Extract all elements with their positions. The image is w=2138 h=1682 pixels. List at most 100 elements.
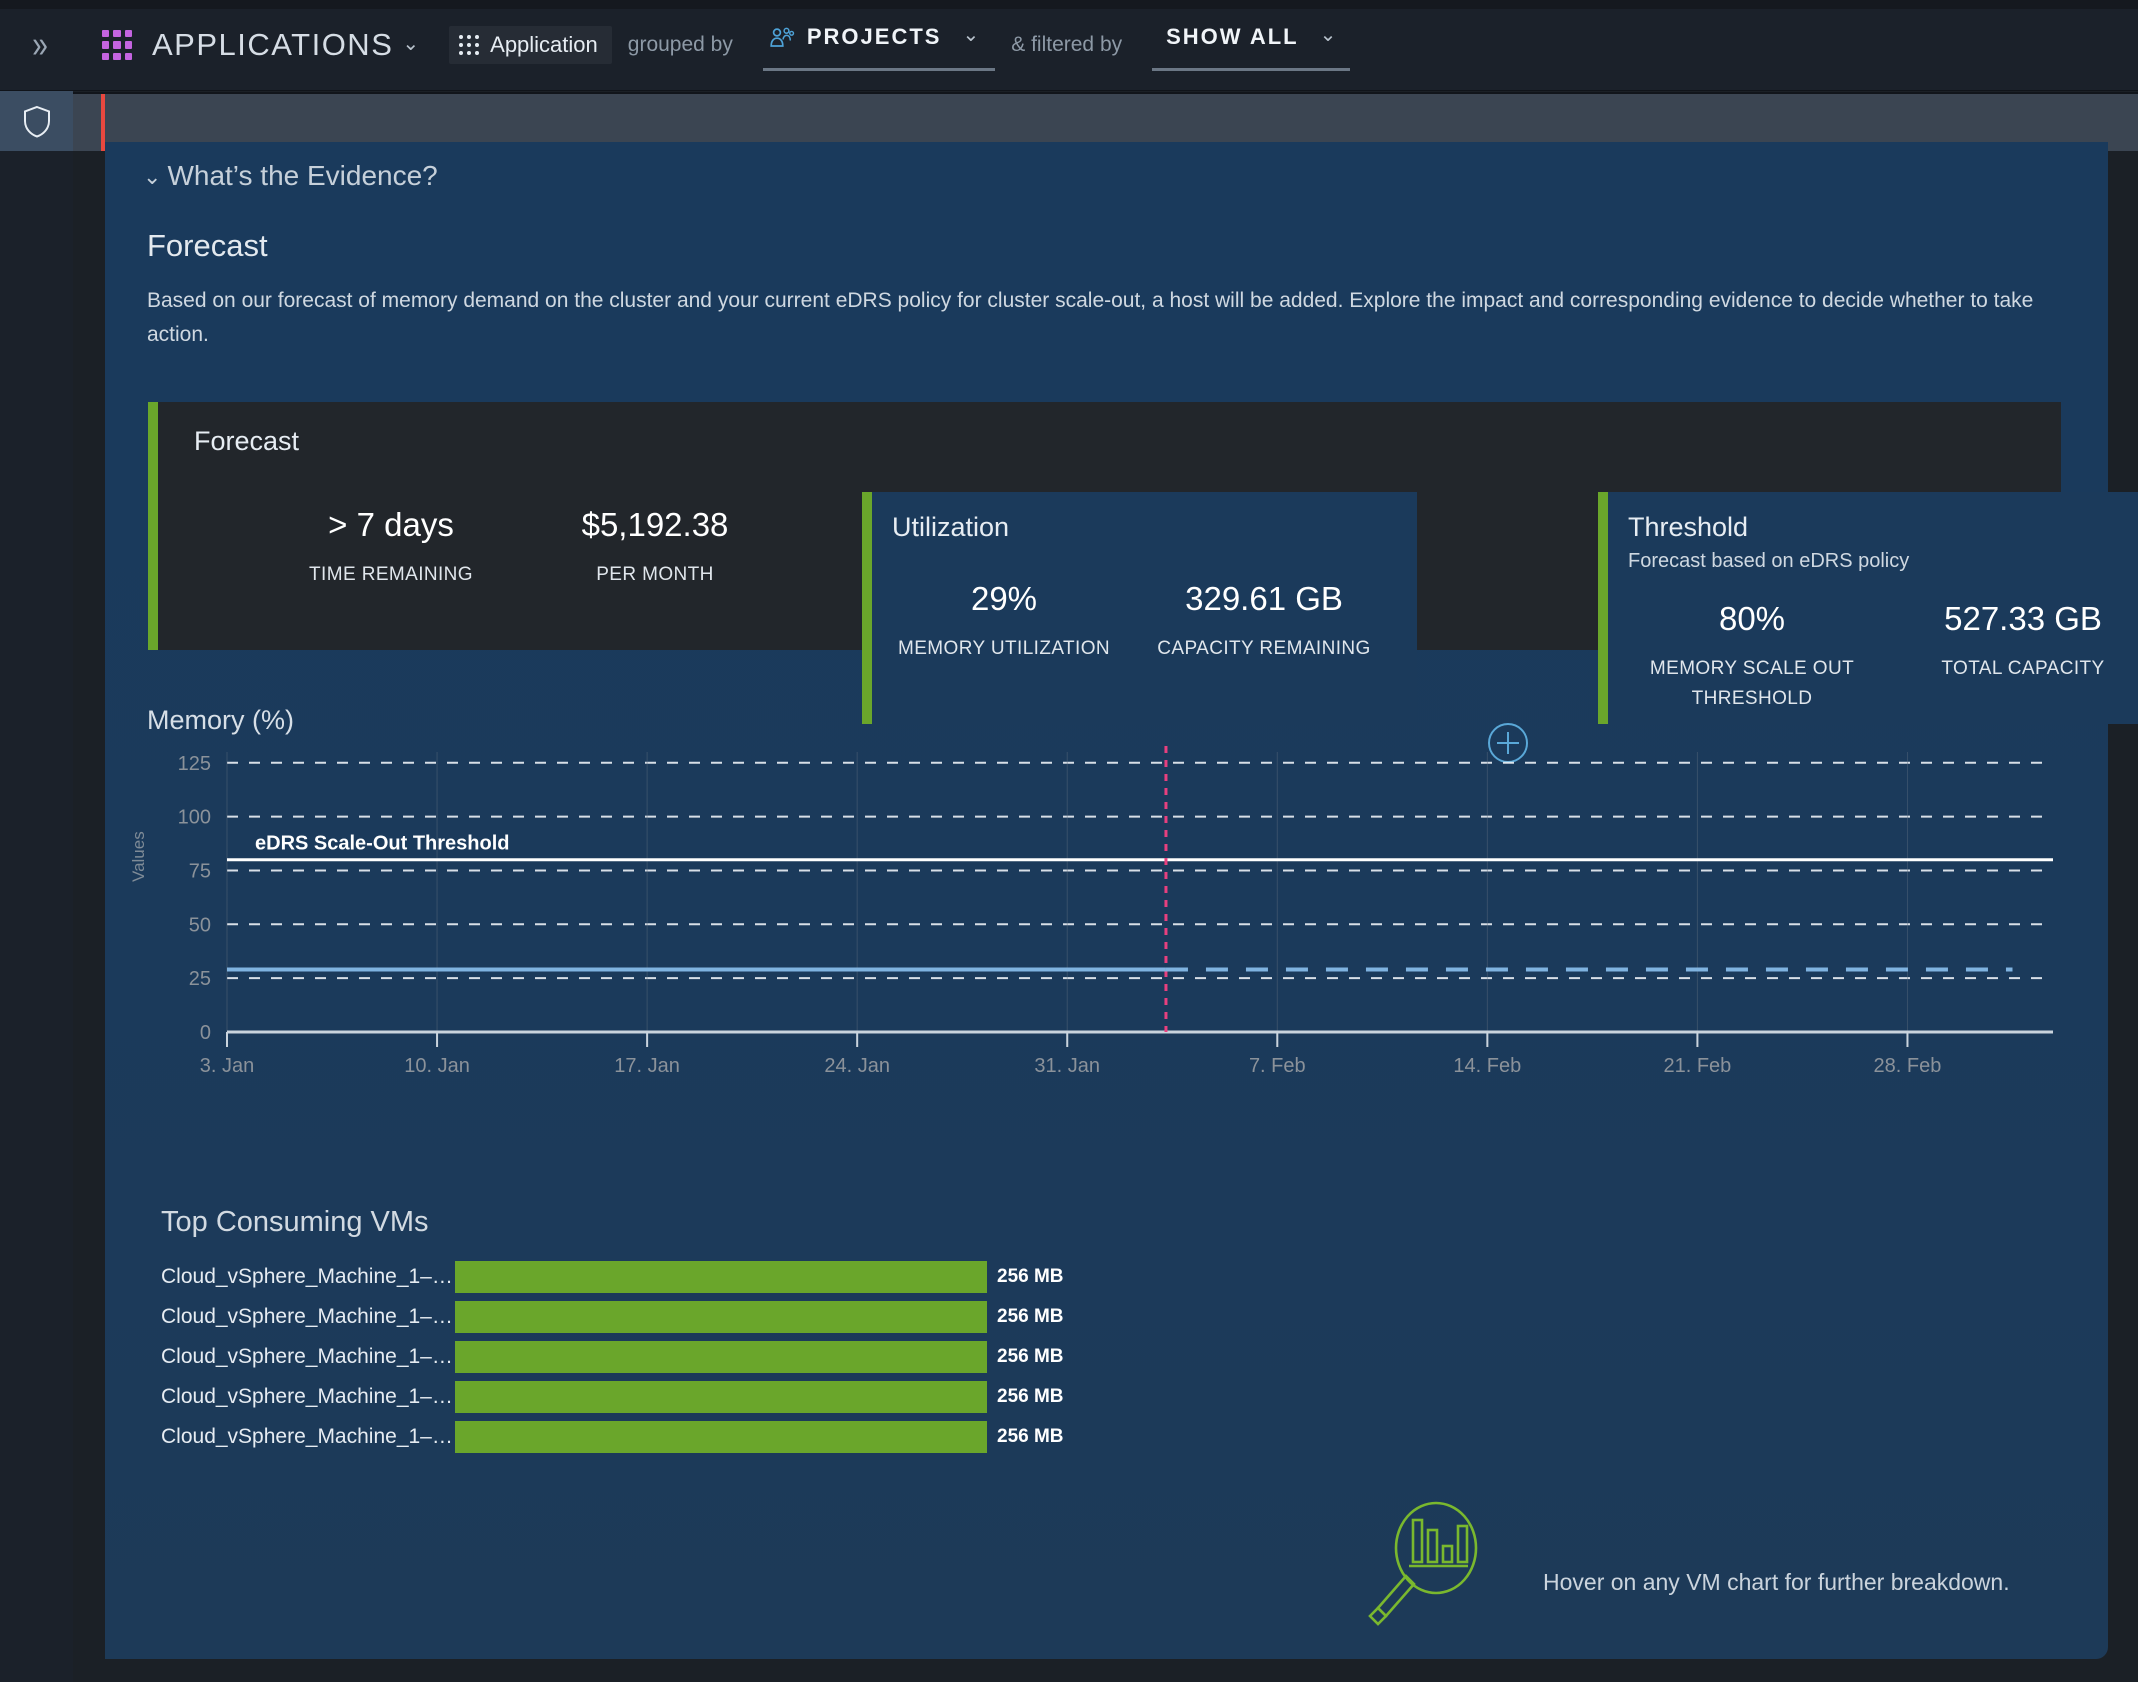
- page-title: APPLICATIONS: [152, 27, 394, 62]
- svg-text:75: 75: [189, 860, 211, 882]
- stat-label: TOTAL CAPACITY: [1941, 658, 2105, 679]
- svg-text:0: 0: [200, 1022, 211, 1044]
- stat-label-line1: MEMORY SCALE OUT: [1649, 658, 1855, 679]
- stat-capacity-remaining: 329.61 GB CAPACITY REMAINING: [1134, 580, 1394, 660]
- double-chevron-right-icon: »: [32, 23, 47, 66]
- chart-title: Memory (%): [147, 705, 294, 735]
- stat-memory-utilization: 29% MEMORY UTILIZATION: [884, 580, 1124, 660]
- svg-text:50: 50: [189, 914, 211, 936]
- vm-usage-value: 256 MB: [997, 1426, 1064, 1447]
- chevron-down-icon: ⌄: [1319, 24, 1337, 46]
- chevron-down-icon: ⌄: [402, 32, 420, 55]
- stat-memory-scale-out-threshold: 80% MEMORY SCALE OUT THRESHOLD: [1616, 600, 1888, 710]
- svg-text:28. Feb: 28. Feb: [1874, 1055, 1942, 1072]
- application-chip[interactable]: Application: [449, 26, 612, 64]
- svg-text:25: 25: [189, 968, 211, 990]
- threshold-card: Threshold Forecast based on eDRS policy …: [1598, 492, 2138, 724]
- sidebar-item-security[interactable]: [0, 91, 73, 151]
- svg-text:10. Jan: 10. Jan: [404, 1055, 470, 1072]
- vm-name: Cloud_vSphere_Machine_1–…: [161, 1425, 453, 1448]
- vm-usage-value: 256 MB: [997, 1386, 1064, 1407]
- svg-text:17. Jan: 17. Jan: [614, 1055, 680, 1072]
- svg-text:7. Feb: 7. Feb: [1249, 1055, 1306, 1072]
- shield-icon: [23, 105, 50, 138]
- forecast-card: Forecast > 7 days TIME REMAINING $5,192.…: [148, 402, 2138, 724]
- application-chip-label: Application: [490, 32, 598, 57]
- stat-value: 527.33 GB: [1944, 600, 2102, 637]
- stat-value: 29%: [970, 580, 1038, 617]
- list-item[interactable]: Cloud_vSphere_Machine_1–… 256 MB: [161, 1300, 1064, 1334]
- vm-name: Cloud_vSphere_Machine_1–…: [161, 1345, 453, 1368]
- vm-section-title: Top Consuming VMs: [161, 1206, 429, 1238]
- group-by-projects-label: PROJECTS: [806, 23, 942, 49]
- app-header: » APPLICATIONS ⌄ Application grouped by …: [0, 0, 2138, 91]
- svg-text:21. Feb: 21. Feb: [1663, 1055, 1731, 1072]
- threshold-card-subtitle: Forecast based on eDRS policy: [1628, 550, 1910, 572]
- stat-value: $5,192.38: [581, 506, 729, 543]
- people-icon: [770, 27, 795, 47]
- sidebar-collapse-button[interactable]: »: [0, 0, 76, 91]
- svg-text:100: 100: [178, 807, 211, 829]
- dotted-grid-icon: [459, 34, 480, 56]
- list-item[interactable]: Cloud_vSphere_Machine_1–… 256 MB: [161, 1260, 1064, 1294]
- chevron-down-icon: ⌄: [962, 24, 980, 46]
- stat-value: > 7 days: [328, 506, 454, 543]
- forecast-section-description: Based on our forecast of memory demand o…: [147, 289, 2034, 346]
- chart-y-axis-label: Values: [129, 831, 148, 882]
- utilization-card-title: Utilization: [892, 512, 1010, 542]
- evidence-panel: ⌄ What’s the Evidence? Forecast Based on…: [105, 142, 2138, 1659]
- stat-time-remaining: > 7 days TIME REMAINING: [276, 506, 506, 586]
- list-item[interactable]: Cloud_vSphere_Machine_1–… 256 MB: [161, 1420, 1064, 1454]
- chart-canvas: 25 50 75 100 125 0 3. Jan 10. Jan 17. Jan 24. Jan…: [178, 746, 2053, 1077]
- stat-label-line2: THRESHOLD: [1691, 688, 1813, 709]
- filtered-by-label: & filtered by: [1011, 33, 1123, 56]
- evidence-toggle[interactable]: ⌄ What’s the Evidence?: [143, 160, 438, 192]
- vm-usage-bar: [455, 1421, 987, 1453]
- stat-per-month: $5,192.38 PER MONTH: [540, 506, 770, 586]
- vm-usage-bar: [455, 1381, 987, 1413]
- vm-usage-value: 256 MB: [997, 1346, 1064, 1367]
- forecast-section-title: Forecast: [147, 228, 268, 263]
- magnifier-bar-chart-icon: [1368, 1501, 1478, 1626]
- stat-label: MEMORY UTILIZATION: [898, 638, 1110, 659]
- forecast-card-title: Forecast: [194, 426, 300, 456]
- stat-value: 80%: [1718, 600, 1786, 637]
- stat-label: CAPACITY REMAINING: [1157, 638, 1371, 659]
- applications-menu[interactable]: APPLICATIONS ⌄: [152, 27, 419, 63]
- filter-show-all-label: SHOW ALL: [1166, 23, 1299, 49]
- group-by-projects-button[interactable]: PROJECTS ⌄: [762, 20, 996, 71]
- vm-name: Cloud_vSphere_Machine_1–…: [161, 1265, 453, 1288]
- evidence-toggle-label: What’s the Evidence?: [167, 160, 438, 191]
- vm-usage-bar: [455, 1301, 987, 1333]
- svg-text:125: 125: [178, 753, 211, 775]
- svg-text:31. Jan: 31. Jan: [1034, 1055, 1100, 1072]
- stat-value: 329.61 GB: [1185, 580, 1343, 617]
- threshold-card-accent: [1598, 492, 1608, 724]
- stat-label: TIME REMAINING: [309, 564, 473, 585]
- left-rail: [0, 91, 73, 1682]
- vm-usage-value: 256 MB: [997, 1306, 1064, 1327]
- list-item[interactable]: Cloud_vSphere_Machine_1–… 256 MB: [161, 1380, 1064, 1414]
- vm-name: Cloud_vSphere_Machine_1–…: [161, 1385, 453, 1408]
- window-chrome-strip: [0, 0, 2138, 9]
- stat-total-capacity: 527.33 GB TOTAL CAPACITY: [1898, 600, 2138, 680]
- svg-text:14. Feb: 14. Feb: [1453, 1055, 1521, 1072]
- grid-apps-icon[interactable]: [102, 30, 132, 60]
- svg-text:24. Jan: 24. Jan: [824, 1055, 890, 1072]
- chevron-down-icon: ⌄: [143, 164, 162, 189]
- vm-usage-value: 256 MB: [997, 1266, 1064, 1287]
- svg-text:3. Jan: 3. Jan: [200, 1055, 254, 1072]
- grouped-by-label: grouped by: [627, 33, 733, 56]
- threshold-card-title: Threshold: [1628, 512, 1749, 542]
- svg-text:eDRS Scale-Out Threshold: eDRS Scale-Out Threshold: [255, 833, 510, 855]
- stat-label: PER MONTH: [596, 564, 714, 585]
- utilization-card-accent: [862, 492, 872, 724]
- vm-name: Cloud_vSphere_Machine_1–…: [161, 1305, 453, 1328]
- list-item[interactable]: Cloud_vSphere_Machine_1–… 256 MB: [161, 1340, 1064, 1374]
- vm-hover-hint: Hover on any VM chart for further breakd…: [1543, 1569, 2010, 1595]
- utilization-card: Utilization 29% MEMORY UTILIZATION 329.6…: [862, 492, 1417, 724]
- filter-show-all-button[interactable]: SHOW ALL ⌄: [1152, 20, 1351, 71]
- vm-usage-bar: [455, 1261, 987, 1293]
- forecast-card-accent: [148, 402, 158, 650]
- memory-forecast-chart[interactable]: Values 25 50 75 100 125 0 3. Jan 10. Jan 17. Jan…: [129, 742, 2063, 1077]
